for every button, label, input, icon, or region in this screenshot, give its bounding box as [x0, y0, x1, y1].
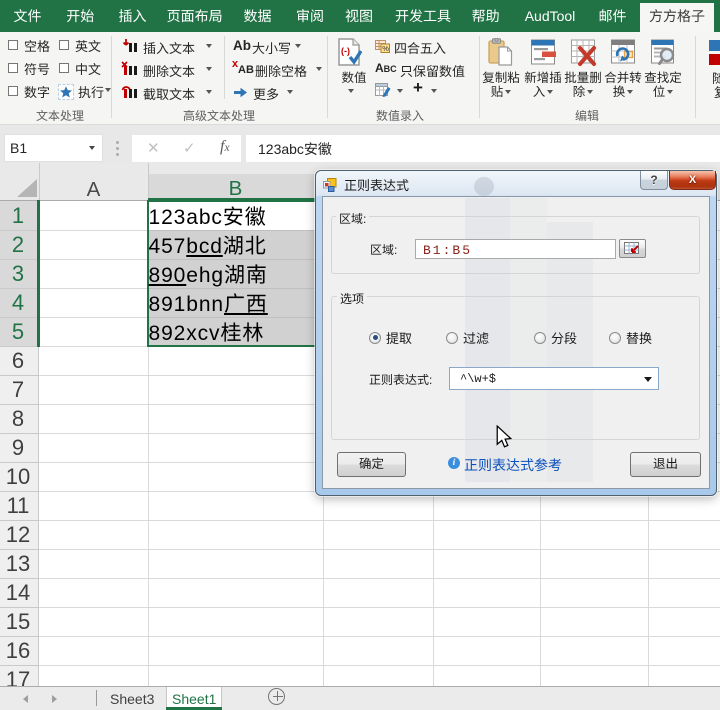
- svg-text:%: %: [382, 44, 389, 53]
- svg-text:(-): (-): [341, 46, 350, 56]
